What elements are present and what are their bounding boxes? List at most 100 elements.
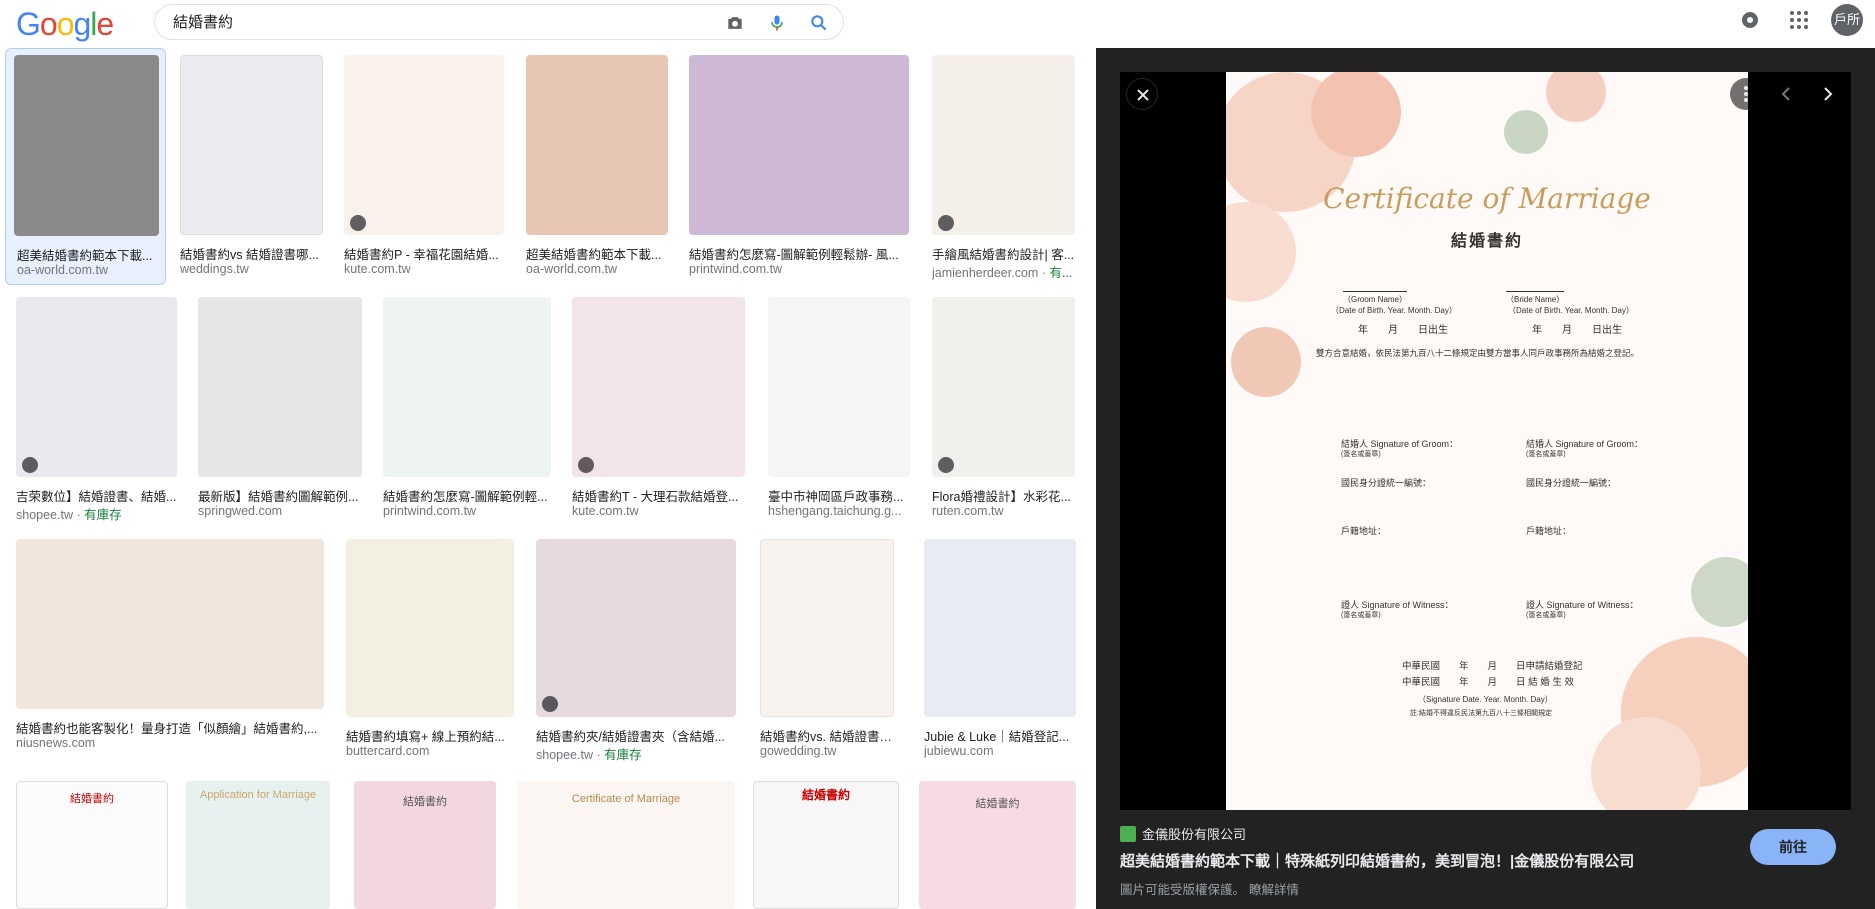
result-card[interactable]: 結婚書約怎麼寫-圖解範例輕... printwind.com.tw [383, 297, 551, 527]
previous-image-button[interactable] [1771, 78, 1803, 110]
search-box[interactable] [154, 4, 844, 40]
result-thumbnail[interactable] [932, 297, 1075, 477]
result-title[interactable]: 結婚書約vs. 結婚證書傻... [760, 726, 894, 745]
search-input[interactable] [173, 13, 693, 30]
result-thumbnail[interactable] [924, 539, 1076, 717]
result-thumbnail[interactable] [14, 55, 159, 236]
result-thumbnail[interactable] [16, 297, 177, 477]
result-title[interactable]: 結婚書約怎麼寫-圖解範例輕鬆辦- 風... [689, 244, 909, 263]
result-card[interactable]: Certificate of Marriage [517, 781, 735, 909]
result-title[interactable]: 結婚書約vs 結婚證書哪... [180, 244, 323, 263]
result-thumbnail[interactable] [16, 539, 324, 709]
account-avatar[interactable]: 戶所 [1831, 4, 1863, 36]
result-source[interactable]: oa-world.com.tw [526, 262, 668, 276]
certificate-image[interactable]: Certificate of Marriage 結婚書約 （Groom Name… [1226, 72, 1748, 810]
result-title[interactable]: 超美結婚書約範本下載... [17, 245, 163, 264]
result-thumbnail[interactable] [346, 539, 514, 717]
result-card[interactable]: 超美結婚書約範本下載... oa-world.com.tw [526, 55, 668, 285]
result-thumbnail[interactable]: 結婚書約 [16, 781, 168, 909]
result-source[interactable]: printwind.com.tw [689, 262, 909, 276]
source-site[interactable]: 金儀股份有限公司 [1120, 824, 1246, 843]
result-source[interactable]: niusnews.com [16, 736, 324, 750]
source-site-name[interactable]: 金儀股份有限公司 [1142, 827, 1246, 842]
result-source[interactable]: weddings.tw [180, 262, 323, 276]
result-card[interactable]: 結婚書約怎麼寫-圖解範例輕鬆辦- 風... printwind.com.tw [689, 55, 909, 285]
result-card[interactable]: Application for Marriage [186, 781, 330, 909]
camera-icon[interactable] [725, 13, 745, 33]
result-thumbnail[interactable] [536, 539, 736, 717]
settings-gear-icon[interactable] [1738, 8, 1762, 32]
result-thumbnail[interactable] [768, 297, 910, 477]
result-source[interactable]: ruten.com.tw [932, 504, 1075, 518]
result-thumbnail[interactable]: Certificate of Marriage [517, 781, 735, 909]
result-card[interactable]: 結婚書約vs 結婚證書哪... weddings.tw [180, 55, 323, 285]
next-image-button[interactable] [1811, 78, 1843, 110]
result-card[interactable]: 結婚書約 [16, 781, 168, 909]
learn-more-link[interactable]: 瞭解詳情 [1249, 883, 1299, 897]
result-source[interactable]: springwed.com [198, 504, 362, 518]
result-card[interactable]: 結婚書約夾/結婚證書夾（含結婚... shopee.tw · 有庫存 [536, 539, 736, 769]
result-source[interactable]: hshengang.taichung.g... [768, 504, 910, 518]
search-icon[interactable] [809, 13, 829, 33]
result-thumbnail[interactable]: Application for Marriage [186, 781, 330, 909]
result-card[interactable]: 臺中市神岡區戶政事務... hshengang.taichung.g... [768, 297, 910, 527]
result-card[interactable]: 結婚書約 [919, 781, 1076, 909]
result-source[interactable]: jamienherdeer.com · 有... [932, 262, 1075, 281]
result-source[interactable]: gowedding.tw [760, 744, 894, 758]
result-title[interactable]: 吉荣數位】結婚證書、結婚... [16, 486, 177, 505]
result-thumbnail[interactable] [180, 55, 323, 235]
close-preview-button[interactable] [1126, 78, 1158, 110]
result-card[interactable]: 吉荣數位】結婚證書、結婚... shopee.tw · 有庫存 [16, 297, 177, 527]
preview-image-area[interactable]: Certificate of Marriage 結婚書約 （Groom Name… [1120, 72, 1851, 810]
result-thumbnail[interactable]: 結婚書約 [919, 781, 1076, 909]
result-thumbnail[interactable]: 結婚書約 [354, 781, 496, 909]
result-source[interactable]: jubiewu.com [924, 744, 1076, 758]
result-card[interactable]: 最新版】結婚書約圖解範例... springwed.com [198, 297, 362, 527]
result-title[interactable]: 臺中市神岡區戶政事務... [768, 486, 910, 505]
result-thumbnail[interactable] [760, 539, 894, 717]
result-thumbnail[interactable] [526, 55, 668, 235]
result-title[interactable]: Flora婚禮設計】水彩花... [932, 486, 1075, 505]
visit-button[interactable]: 前往 [1750, 829, 1836, 865]
result-card[interactable]: 手繪風結婚書約設計| 客... jamienherdeer.com · 有... [932, 55, 1075, 285]
apps-grid-icon[interactable] [1787, 8, 1811, 32]
result-card[interactable]: Flora婚禮設計】水彩花... ruten.com.tw [932, 297, 1075, 527]
result-card[interactable]: 超美結婚書約範本下載... oa-world.com.tw [5, 48, 166, 285]
more-options-button[interactable] [1730, 78, 1762, 110]
result-thumbnail[interactable] [383, 297, 551, 477]
result-card[interactable]: 結婚書約P - 幸福花園結婚... kute.com.tw [344, 55, 504, 285]
result-title[interactable]: 結婚書約夾/結婚證書夾（含結婚... [536, 726, 736, 745]
result-source[interactable]: shopee.tw · 有庫存 [536, 744, 736, 763]
result-source[interactable]: buttercard.com [346, 744, 514, 758]
result-title[interactable]: 手繪風結婚書約設計| 客... [932, 244, 1075, 263]
result-title[interactable]: 超美結婚書約範本下載... [526, 244, 668, 263]
result-thumbnail[interactable] [932, 55, 1075, 235]
result-card[interactable]: 結婚書約T - 大理石款結婚登... kute.com.tw [572, 297, 745, 527]
result-source[interactable]: kute.com.tw [572, 504, 745, 518]
google-logo[interactable]: Google [16, 6, 114, 43]
result-title[interactable]: 結婚書約怎麼寫-圖解範例輕... [383, 486, 551, 505]
result-title[interactable]: 結婚書約P - 幸福花園結婚... [344, 244, 504, 263]
result-card[interactable]: 結婚書約 [753, 781, 899, 909]
result-title[interactable]: 結婚書約也能客製化！量身打造「似顏繪」結婚書約,... [16, 718, 324, 737]
result-source[interactable]: kute.com.tw [344, 262, 504, 276]
result-thumbnail[interactable] [689, 55, 909, 235]
result-card[interactable]: 結婚書約 [354, 781, 496, 909]
result-thumbnail[interactable] [198, 297, 362, 477]
result-card[interactable]: 結婚書約vs. 結婚證書傻... gowedding.tw [760, 539, 894, 769]
result-source[interactable]: shopee.tw · 有庫存 [16, 504, 177, 523]
result-source[interactable]: oa-world.com.tw [17, 263, 163, 277]
result-thumbnail[interactable] [344, 55, 504, 235]
result-title[interactable]: 最新版】結婚書約圖解範例... [198, 486, 362, 505]
result-thumbnail[interactable]: 結婚書約 [753, 781, 899, 909]
result-card[interactable]: 結婚書約也能客製化！量身打造「似顏繪」結婚書約,... niusnews.com [16, 539, 324, 769]
microphone-icon[interactable] [767, 13, 787, 33]
preview-title[interactable]: 超美結婚書約範本下載｜特殊紙列印結婚書約，美到冒泡！|金儀股份有限公司 [1120, 850, 1634, 871]
result-card[interactable]: 結婚書約填寫+ 線上預約結... buttercard.com [346, 539, 514, 769]
result-thumbnail[interactable] [572, 297, 745, 477]
result-source[interactable]: printwind.com.tw [383, 504, 551, 518]
result-title[interactable]: 結婚書約T - 大理石款結婚登... [572, 486, 745, 505]
result-title[interactable]: Jubie & Luke｜結婚登記... [924, 726, 1076, 745]
result-card[interactable]: Jubie & Luke｜結婚登記... jubiewu.com [924, 539, 1076, 769]
result-title[interactable]: 結婚書約填寫+ 線上預約結... [346, 726, 514, 745]
